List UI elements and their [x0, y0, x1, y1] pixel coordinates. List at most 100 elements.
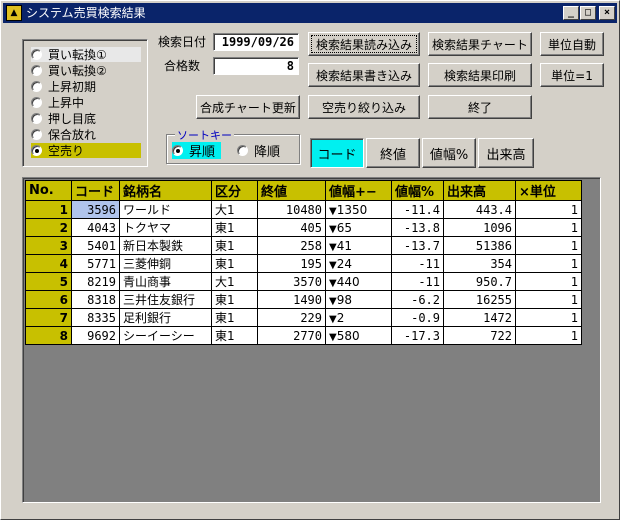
signal-option[interactable]: 保合放れ [31, 127, 139, 142]
unit-cell[interactable]: 1 [515, 326, 582, 345]
col-header-name[interactable]: 銘柄名 [119, 180, 212, 201]
market-cell[interactable]: 東1 [211, 236, 258, 255]
market-cell[interactable]: 東1 [211, 308, 258, 327]
market-cell[interactable]: 東1 [211, 290, 258, 309]
sort-by-volume-button[interactable]: 出来高 [478, 138, 534, 168]
unit-cell[interactable]: 1 [515, 236, 582, 255]
price-change-cell[interactable]: ▼98 [325, 290, 392, 309]
stock-name-cell[interactable]: ワールド [119, 200, 212, 219]
table-row[interactable]: 1 3596 ワールド 大1 10480 ▼1350 -11.4 443.4 1 [25, 200, 582, 219]
change-pct-cell[interactable]: -11.4 [391, 200, 444, 219]
market-cell[interactable]: 大1 [211, 200, 258, 219]
change-pct-cell[interactable]: -13.7 [391, 236, 444, 255]
market-cell[interactable]: 東1 [211, 218, 258, 237]
change-pct-cell[interactable]: -6.2 [391, 290, 444, 309]
row-number-cell[interactable]: 6 [25, 290, 72, 309]
stock-name-cell[interactable]: 新日本製鉄 [119, 236, 212, 255]
code-cell[interactable]: 3596 [71, 200, 120, 219]
signal-option[interactable]: 上昇初期 [31, 79, 139, 94]
row-number-cell[interactable]: 7 [25, 308, 72, 327]
stock-name-cell[interactable]: 足利銀行 [119, 308, 212, 327]
close-price-cell[interactable]: 10480 [257, 200, 326, 219]
unit-cell[interactable]: 1 [515, 254, 582, 273]
save-results-button[interactable]: 検索結果書き込み [308, 63, 420, 87]
volume-cell[interactable]: 16255 [443, 290, 516, 309]
code-cell[interactable]: 8335 [71, 308, 120, 327]
unit-auto-button[interactable]: 単位自動 [540, 32, 604, 56]
price-change-cell[interactable]: ▼1350 [325, 200, 392, 219]
maximize-button[interactable]: □ [580, 6, 596, 20]
chart-app-icon[interactable]: ▲ [6, 5, 22, 21]
stock-name-cell[interactable]: 三井住友銀行 [119, 290, 212, 309]
row-number-cell[interactable]: 4 [25, 254, 72, 273]
code-cell[interactable]: 8219 [71, 272, 120, 291]
unit-cell[interactable]: 1 [515, 290, 582, 309]
close-price-cell[interactable]: 1490 [257, 290, 326, 309]
col-header-no[interactable]: No. [25, 180, 72, 201]
sort-ascending-option[interactable]: 昇順 [172, 142, 222, 160]
signal-option[interactable]: 上昇中 [31, 95, 139, 110]
change-pct-cell[interactable]: -17.3 [391, 326, 444, 345]
col-header-change-pct[interactable]: 値幅% [391, 180, 444, 201]
results-grid[interactable]: No. コード 銘柄名 区分 終値 値幅+− 値幅% 出来高 ×単位 1 3596… [22, 177, 601, 503]
volume-cell[interactable]: 443.4 [443, 200, 516, 219]
signal-option[interactable]: 買い転換② [31, 63, 139, 78]
table-row[interactable]: 2 4043 トクヤマ 東1 405 ▼65 -13.8 1096 1 [25, 218, 582, 237]
sort-by-change-pct-button[interactable]: 値幅% [422, 138, 476, 168]
row-number-cell[interactable]: 3 [25, 236, 72, 255]
col-header-volume[interactable]: 出来高 [443, 180, 516, 201]
volume-cell[interactable]: 950.7 [443, 272, 516, 291]
change-pct-cell[interactable]: -11 [391, 254, 444, 273]
table-row[interactable]: 4 5771 三菱伸銅 東1 195 ▼24 -11 354 1 [25, 254, 582, 273]
change-pct-cell[interactable]: -13.8 [391, 218, 444, 237]
row-number-cell[interactable]: 5 [25, 272, 72, 291]
volume-cell[interactable]: 51386 [443, 236, 516, 255]
market-cell[interactable]: 東1 [211, 254, 258, 273]
table-row[interactable]: 5 8219 青山商事 大1 3570 ▼440 -11 950.7 1 [25, 272, 582, 291]
signal-option[interactable]: 買い転換① [31, 47, 141, 62]
close-price-cell[interactable]: 405 [257, 218, 326, 237]
volume-cell[interactable]: 1472 [443, 308, 516, 327]
close-price-cell[interactable]: 2770 [257, 326, 326, 345]
unit-cell[interactable]: 1 [515, 308, 582, 327]
pass-count-field[interactable]: 8 [213, 57, 299, 75]
close-price-cell[interactable]: 3570 [257, 272, 326, 291]
exit-button[interactable]: 終了 [428, 95, 532, 119]
col-header-market[interactable]: 区分 [211, 180, 258, 201]
stock-name-cell[interactable]: トクヤマ [119, 218, 212, 237]
change-pct-cell[interactable]: -0.9 [391, 308, 444, 327]
col-header-change[interactable]: 値幅+− [325, 180, 392, 201]
unit-one-button[interactable]: 単位=1 [540, 63, 604, 87]
price-change-cell[interactable]: ▼41 [325, 236, 392, 255]
signal-option[interactable]: 空売り [31, 143, 141, 158]
col-header-code[interactable]: コード [71, 180, 120, 201]
volume-cell[interactable]: 1096 [443, 218, 516, 237]
results-chart-button[interactable]: 検索結果チャート [428, 32, 532, 56]
sort-by-code-button[interactable]: コード [310, 138, 364, 168]
search-date-field[interactable]: 1999/09/26 [213, 33, 299, 51]
col-header-close[interactable]: 終値 [257, 180, 326, 201]
stock-name-cell[interactable]: 青山商事 [119, 272, 212, 291]
stock-name-cell[interactable]: シーイーシー [119, 326, 212, 345]
unit-cell[interactable]: 1 [515, 200, 582, 219]
code-cell[interactable]: 5771 [71, 254, 120, 273]
code-cell[interactable]: 8318 [71, 290, 120, 309]
title-bar[interactable]: ▲ システム売買検索結果 _ □ × [3, 3, 617, 23]
row-number-cell[interactable]: 2 [25, 218, 72, 237]
volume-cell[interactable]: 722 [443, 326, 516, 345]
price-change-cell[interactable]: ▼24 [325, 254, 392, 273]
signal-option[interactable]: 押し目底 [31, 111, 139, 126]
sort-descending-option[interactable]: 降順 [237, 142, 280, 160]
market-cell[interactable]: 東1 [211, 326, 258, 345]
minimize-button[interactable]: _ [563, 6, 579, 20]
price-change-cell[interactable]: ▼580 [325, 326, 392, 345]
code-cell[interactable]: 4043 [71, 218, 120, 237]
change-pct-cell[interactable]: -11 [391, 272, 444, 291]
table-row[interactable]: 3 5401 新日本製鉄 東1 258 ▼41 -13.7 51386 1 [25, 236, 582, 255]
close-button[interactable]: × [599, 6, 615, 20]
unit-cell[interactable]: 1 [515, 218, 582, 237]
market-cell[interactable]: 大1 [211, 272, 258, 291]
update-chart-button[interactable]: 合成チャート更新 [196, 95, 300, 119]
unit-cell[interactable]: 1 [515, 272, 582, 291]
print-results-button[interactable]: 検索結果印刷 [428, 63, 532, 87]
